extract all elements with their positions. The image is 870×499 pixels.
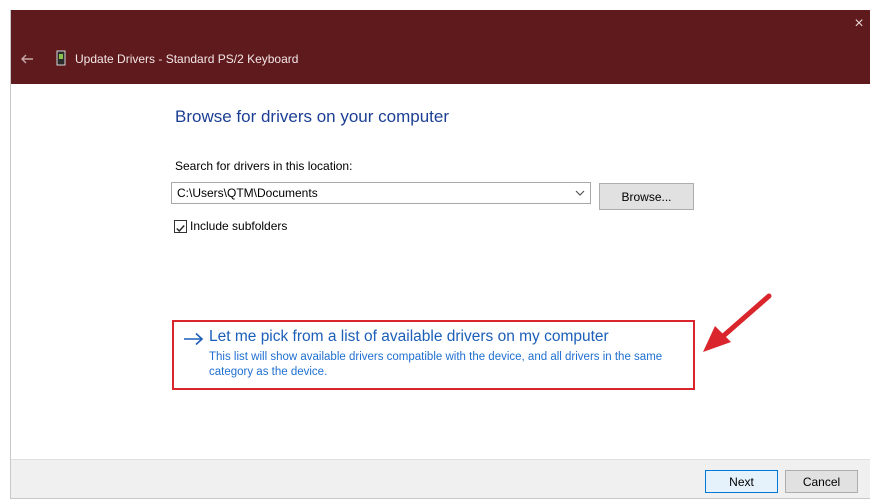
page-heading: Browse for drivers on your computer	[175, 107, 449, 126]
close-button[interactable]: ×	[847, 10, 870, 38]
checkmark-icon	[176, 225, 185, 233]
back-arrow-icon[interactable]	[19, 51, 35, 67]
pick-from-list-description: This list will show available drivers co…	[209, 351, 663, 378]
update-drivers-dialog: × Update Drivers - Standard PS/2 Keyboar…	[10, 10, 870, 499]
chevron-down-icon[interactable]	[574, 188, 586, 198]
next-button[interactable]: Next	[705, 470, 778, 493]
browse-button[interactable]: Browse...	[599, 183, 694, 210]
pick-from-list-link[interactable]: Let me pick from a list of available dri…	[209, 328, 609, 346]
driver-path-value: C:\Users\QTM\Documents	[177, 186, 318, 200]
red-pointer-arrow-icon	[703, 293, 772, 352]
cancel-button[interactable]: Cancel	[785, 470, 858, 493]
right-arrow-icon[interactable]	[183, 332, 205, 346]
include-subfolders-label[interactable]: Include subfolders	[190, 219, 287, 233]
window-title: Update Drivers - Standard PS/2 Keyboard	[75, 52, 299, 66]
include-subfolders-checkbox[interactable]	[174, 220, 187, 233]
title-bar: × Update Drivers - Standard PS/2 Keyboar…	[11, 10, 870, 84]
driver-path-combobox[interactable]: C:\Users\QTM\Documents	[171, 182, 591, 204]
search-location-label: Search for drivers in this location:	[175, 159, 353, 173]
keyboard-device-icon	[56, 50, 66, 66]
